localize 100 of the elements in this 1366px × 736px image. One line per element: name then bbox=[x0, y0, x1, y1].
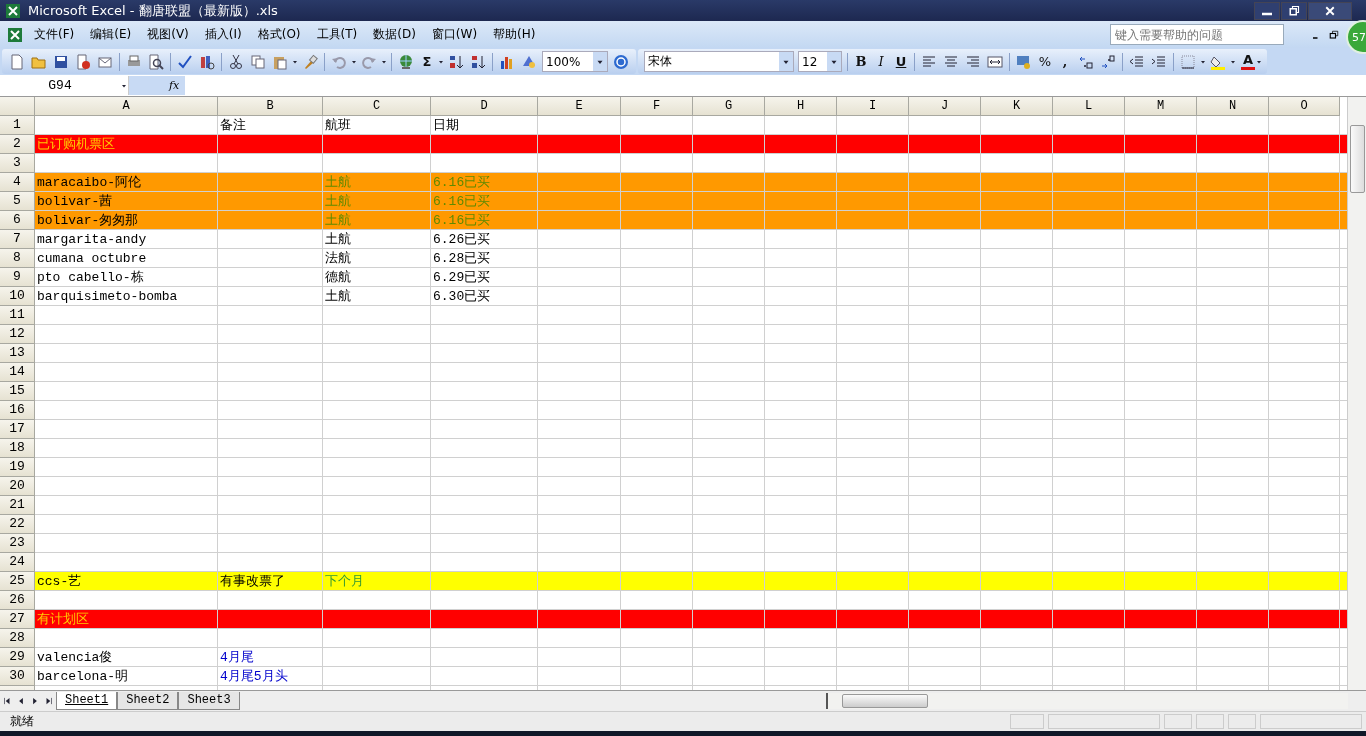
table-cell-text: 6.16已买 bbox=[432, 193, 492, 211]
column-header[interactable]: L bbox=[1053, 97, 1125, 116]
table-cell-text: maracaibo-阿伦 bbox=[36, 174, 142, 192]
row-header[interactable]: 2 bbox=[0, 135, 35, 154]
row-header[interactable]: 19 bbox=[0, 458, 35, 477]
row-header[interactable]: 12 bbox=[0, 325, 35, 344]
menu-item[interactable]: 插入(I) bbox=[196, 26, 250, 43]
font-dropdown[interactable]: 宋体 bbox=[644, 51, 794, 72]
menu-item[interactable]: 文件(F) bbox=[26, 26, 83, 43]
table-cell-text: 土航 bbox=[324, 174, 352, 192]
row-header[interactable]: 18 bbox=[0, 439, 35, 458]
comma-button[interactable]: , bbox=[1055, 54, 1075, 69]
table-cell-text: 6.26已买 bbox=[432, 231, 492, 249]
table-cell-text: 下个月 bbox=[324, 573, 365, 591]
column-header[interactable]: A bbox=[35, 97, 218, 116]
row-header[interactable]: 20 bbox=[0, 477, 35, 496]
sum-button[interactable]: Σ bbox=[417, 54, 437, 69]
row-header[interactable]: 23 bbox=[0, 534, 35, 553]
row-header[interactable]: 4 bbox=[0, 173, 35, 192]
row-header[interactable]: 27 bbox=[0, 610, 35, 629]
column-header[interactable]: K bbox=[981, 97, 1053, 116]
column-header[interactable]: D bbox=[431, 97, 538, 116]
table-cell-text: 有计划区 bbox=[36, 611, 90, 629]
italic-button[interactable]: I bbox=[871, 54, 891, 69]
row-header[interactable]: 15 bbox=[0, 382, 35, 401]
column-header[interactable]: M bbox=[1125, 97, 1197, 116]
sheet-tab[interactable]: Sheet1 bbox=[56, 692, 118, 710]
table-cell-text: 土航 bbox=[324, 231, 352, 249]
table-cell-text: 6.16已买 bbox=[432, 174, 492, 192]
row-header[interactable]: 11 bbox=[0, 306, 35, 325]
sheet-tab[interactable]: Sheet2 bbox=[117, 692, 179, 710]
menu-item[interactable]: 视图(V) bbox=[139, 26, 197, 43]
table-cell-text: 日期 bbox=[432, 117, 460, 135]
row-header[interactable]: 6 bbox=[0, 211, 35, 230]
table-cell-text: ccs-艺 bbox=[36, 573, 83, 591]
table-cell-text: bolivar-匆匆那 bbox=[36, 212, 140, 230]
table-cell-text: 德航 bbox=[324, 269, 352, 287]
table-cell-text: 有事改票了 bbox=[219, 573, 286, 591]
table-cell-text: 土航 bbox=[324, 288, 352, 306]
row-header[interactable]: 28 bbox=[0, 629, 35, 648]
column-header[interactable]: C bbox=[323, 97, 431, 116]
row-header[interactable]: 9 bbox=[0, 268, 35, 287]
column-header[interactable]: O bbox=[1269, 97, 1340, 116]
row-header[interactable]: 30 bbox=[0, 667, 35, 686]
table-cell-text: margarita-andy bbox=[36, 231, 148, 249]
column-header[interactable]: J bbox=[909, 97, 981, 116]
bold-button[interactable]: B bbox=[851, 54, 871, 69]
row-header[interactable]: 17 bbox=[0, 420, 35, 439]
column-header[interactable]: G bbox=[693, 97, 765, 116]
row-header[interactable]: 13 bbox=[0, 344, 35, 363]
font-size-dropdown[interactable]: 12 bbox=[798, 51, 842, 72]
menu-item[interactable]: 窗口(W) bbox=[423, 26, 486, 43]
row-header[interactable]: 3 bbox=[0, 154, 35, 173]
row-header[interactable]: 1 bbox=[0, 116, 35, 135]
font-color-button[interactable]: A bbox=[1241, 53, 1255, 70]
row-header[interactable]: 29 bbox=[0, 648, 35, 667]
row-header[interactable]: 26 bbox=[0, 591, 35, 610]
table-cell-text: 土航 bbox=[324, 193, 352, 211]
menu-item[interactable]: 工具(T) bbox=[308, 26, 366, 43]
insert-function-button[interactable]: fx bbox=[129, 76, 186, 95]
table-cell-text: 6.28已买 bbox=[432, 250, 492, 268]
row-header[interactable]: 16 bbox=[0, 401, 35, 420]
table-cell-text: bolivar-茜 bbox=[36, 193, 114, 211]
row-header[interactable]: 21 bbox=[0, 496, 35, 515]
row-header[interactable]: 7 bbox=[0, 230, 35, 249]
table-cell-text: barquisimeto-bomba bbox=[36, 288, 179, 306]
column-header[interactable]: E bbox=[538, 97, 621, 116]
window-title: Microsoft Excel - 翻唐联盟（最新版）.xls bbox=[28, 1, 278, 20]
table-cell-text: 备注 bbox=[219, 117, 247, 135]
column-header[interactable]: I bbox=[837, 97, 909, 116]
table-cell-text: 法航 bbox=[324, 250, 352, 268]
help-search-field[interactable]: 键入需要帮助的问题 bbox=[1110, 24, 1284, 45]
table-cell-text: pto cabello-栋 bbox=[36, 269, 145, 287]
column-header[interactable]: B bbox=[218, 97, 323, 116]
table-cell-text: 6.30已买 bbox=[432, 288, 492, 306]
menu-item[interactable]: 格式(O) bbox=[249, 26, 309, 43]
row-header[interactable]: 8 bbox=[0, 249, 35, 268]
table-cell-text: 已订购机票区 bbox=[36, 136, 116, 154]
menu-item[interactable]: 数据(D) bbox=[365, 26, 424, 43]
row-header[interactable]: 14 bbox=[0, 363, 35, 382]
row-header[interactable]: 24 bbox=[0, 553, 35, 572]
column-header[interactable]: F bbox=[621, 97, 693, 116]
row-header[interactable]: 22 bbox=[0, 515, 35, 534]
sheet-tab[interactable]: Sheet3 bbox=[178, 692, 240, 710]
menu-item[interactable]: 帮助(H) bbox=[485, 26, 544, 43]
row-header[interactable]: 5 bbox=[0, 192, 35, 211]
menu-item[interactable]: 编辑(E) bbox=[82, 26, 140, 43]
table-cell-text: 6.16已买 bbox=[432, 212, 492, 230]
underline-button[interactable]: U bbox=[891, 54, 911, 69]
table-cell-text: barcelona-明 bbox=[36, 668, 129, 686]
column-header[interactable]: H bbox=[765, 97, 837, 116]
status-text: 就绪 bbox=[9, 713, 34, 730]
row-header[interactable]: 10 bbox=[0, 287, 35, 306]
column-header[interactable]: N bbox=[1197, 97, 1269, 116]
zoom-dropdown[interactable]: 100% bbox=[542, 51, 608, 72]
percent-button[interactable]: % bbox=[1035, 54, 1055, 69]
table-cell-text: 航班 bbox=[324, 117, 352, 135]
table-cell-text: valencia俊 bbox=[36, 649, 114, 667]
table-cell-text: 6.29已买 bbox=[432, 269, 492, 287]
row-header[interactable]: 25 bbox=[0, 572, 35, 591]
